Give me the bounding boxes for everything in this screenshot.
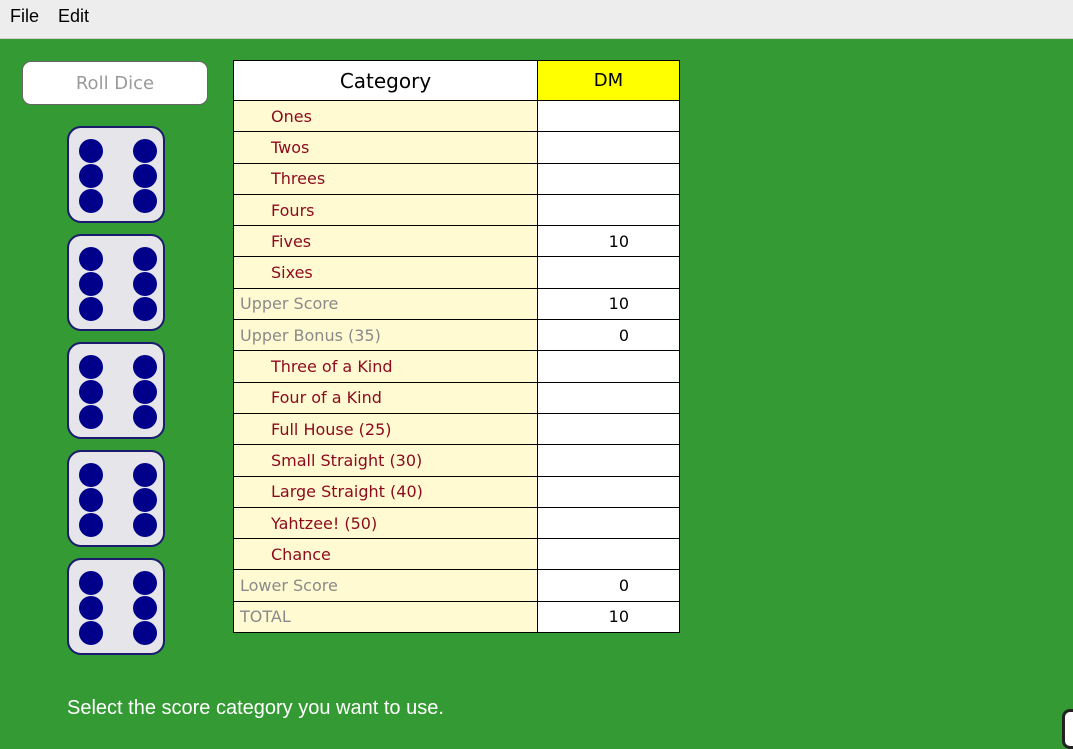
menu-edit[interactable]: Edit bbox=[58, 6, 89, 27]
score-value: 0 bbox=[537, 319, 680, 352]
score-category[interactable]: Chance bbox=[233, 538, 538, 571]
score-value: 0 bbox=[537, 569, 680, 602]
score-category[interactable]: Large Straight (40) bbox=[233, 475, 538, 508]
score-value bbox=[537, 475, 680, 508]
score-row[interactable]: Sixes bbox=[233, 256, 680, 289]
score-value bbox=[537, 350, 680, 383]
die-pip bbox=[79, 513, 103, 537]
score-total-label: Lower Score bbox=[233, 569, 538, 602]
die-pip bbox=[79, 297, 103, 321]
score-row: Upper Bonus (35) 0 bbox=[233, 319, 680, 352]
score-category[interactable]: Fives bbox=[233, 225, 538, 258]
score-row[interactable]: Small Straight (30) bbox=[233, 444, 680, 477]
score-category[interactable]: Ones bbox=[233, 99, 538, 133]
score-value: 10 bbox=[537, 287, 680, 321]
score-value bbox=[537, 381, 680, 414]
score-category[interactable]: Yahtzee! (50) bbox=[233, 506, 538, 540]
die-pip bbox=[79, 463, 103, 487]
die-pip bbox=[79, 596, 103, 620]
score-row[interactable]: Full House (25) bbox=[233, 412, 680, 446]
die-pip bbox=[79, 189, 103, 213]
menu-file[interactable]: File bbox=[10, 6, 39, 27]
die-pip bbox=[133, 297, 157, 321]
die-pip bbox=[133, 164, 157, 188]
score-value bbox=[537, 99, 680, 133]
die-pip bbox=[133, 463, 157, 487]
die-pip bbox=[79, 571, 103, 595]
die[interactable] bbox=[67, 558, 165, 655]
die-pip bbox=[79, 355, 103, 379]
score-value bbox=[537, 193, 680, 227]
score-value bbox=[537, 131, 680, 164]
scorecard-table: Category DM Ones Twos Threes Fours Fives 10 Si… bbox=[233, 60, 680, 634]
menu-bar: File Edit bbox=[0, 0, 1073, 39]
die-pip bbox=[133, 189, 157, 213]
player-header: DM bbox=[537, 60, 680, 101]
die-pip bbox=[79, 164, 103, 188]
die-pip bbox=[133, 621, 157, 645]
score-value bbox=[537, 506, 680, 540]
score-row[interactable]: Threes bbox=[233, 162, 680, 195]
roll-dice-button[interactable]: Roll Dice bbox=[22, 61, 208, 105]
score-total-label: Upper Bonus (35) bbox=[233, 319, 538, 352]
score-row: Upper Score 10 bbox=[233, 287, 680, 321]
die-pip bbox=[133, 488, 157, 512]
die[interactable] bbox=[67, 450, 165, 547]
die[interactable] bbox=[67, 126, 165, 223]
score-category[interactable]: Fours bbox=[233, 193, 538, 227]
die-pip bbox=[133, 513, 157, 537]
score-category[interactable]: Full House (25) bbox=[233, 412, 538, 446]
score-value bbox=[537, 256, 680, 289]
score-row[interactable]: Large Straight (40) bbox=[233, 475, 680, 508]
score-category[interactable]: Threes bbox=[233, 162, 538, 195]
score-row[interactable]: Four of a Kind bbox=[233, 381, 680, 414]
score-row[interactable]: Three of a Kind bbox=[233, 350, 680, 383]
score-category[interactable]: Sixes bbox=[233, 256, 538, 289]
window-corner bbox=[1062, 709, 1073, 749]
score-category[interactable]: Small Straight (30) bbox=[233, 444, 538, 477]
die[interactable] bbox=[67, 342, 165, 439]
die-pip bbox=[79, 272, 103, 296]
die-pip bbox=[79, 380, 103, 404]
die-pip bbox=[133, 247, 157, 271]
score-value: 10 bbox=[537, 600, 680, 634]
score-row[interactable]: Chance bbox=[233, 538, 680, 571]
score-row[interactable]: Ones bbox=[233, 99, 680, 133]
category-header: Category bbox=[233, 60, 538, 101]
die[interactable] bbox=[67, 234, 165, 331]
score-value bbox=[537, 538, 680, 571]
die-pip bbox=[133, 272, 157, 296]
die-pip bbox=[133, 380, 157, 404]
score-row: TOTAL 10 bbox=[233, 600, 680, 634]
score-total-label: Upper Score bbox=[233, 287, 538, 321]
status-message: Select the score category you want to us… bbox=[67, 697, 444, 719]
die-pip bbox=[79, 488, 103, 512]
score-value bbox=[537, 412, 680, 446]
die-pip bbox=[79, 139, 103, 163]
die-pip bbox=[133, 355, 157, 379]
die-pip bbox=[133, 139, 157, 163]
scorecard-header-row: Category DM bbox=[233, 60, 680, 101]
score-row[interactable]: Fours bbox=[233, 193, 680, 227]
score-row: Lower Score 0 bbox=[233, 569, 680, 602]
die-pip bbox=[133, 405, 157, 429]
score-category[interactable]: Four of a Kind bbox=[233, 381, 538, 414]
die-pip bbox=[79, 621, 103, 645]
score-row[interactable]: Twos bbox=[233, 131, 680, 164]
die-pip bbox=[79, 405, 103, 429]
die-pip bbox=[133, 571, 157, 595]
score-value bbox=[537, 162, 680, 195]
score-value bbox=[537, 444, 680, 477]
score-category[interactable]: Twos bbox=[233, 131, 538, 164]
score-value: 10 bbox=[537, 225, 680, 258]
die-pip bbox=[133, 596, 157, 620]
score-category[interactable]: Three of a Kind bbox=[233, 350, 538, 383]
score-row[interactable]: Yahtzee! (50) bbox=[233, 506, 680, 540]
die-pip bbox=[79, 247, 103, 271]
score-row[interactable]: Fives 10 bbox=[233, 225, 680, 258]
score-total-label: TOTAL bbox=[233, 600, 538, 634]
